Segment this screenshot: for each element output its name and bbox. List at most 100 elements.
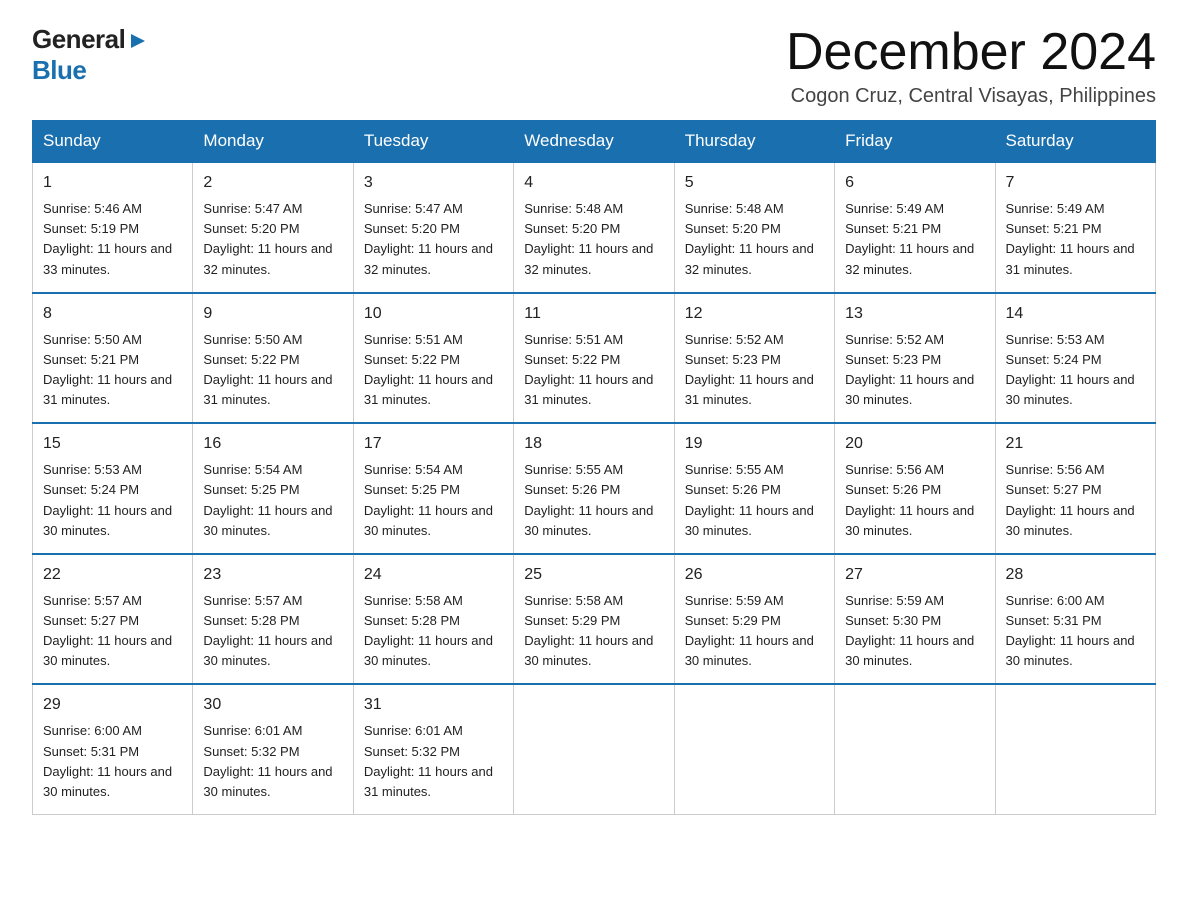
day-number: 25	[524, 563, 663, 587]
day-info: Sunrise: 5:54 AMSunset: 5:25 PMDaylight:…	[364, 460, 503, 541]
day-number: 6	[845, 171, 984, 195]
day-number: 11	[524, 302, 663, 326]
calendar-week-row: 29 Sunrise: 6:00 AMSunset: 5:31 PMDayligh…	[33, 684, 1156, 814]
calendar-week-row: 15 Sunrise: 5:53 AMSunset: 5:24 PMDayligh…	[33, 423, 1156, 554]
day-info: Sunrise: 5:59 AMSunset: 5:30 PMDaylight:…	[845, 591, 984, 672]
day-number: 20	[845, 432, 984, 456]
calendar-day-cell: 30Sunrise: 6:01 AMSunset: 5:32 PMDayligh…	[193, 684, 353, 814]
calendar-day-cell: 5Sunrise: 5:48 AMSunset: 5:20 PMDaylight…	[674, 162, 834, 293]
logo-arrow-icon	[127, 30, 149, 52]
day-info: Sunrise: 5:58 AMSunset: 5:28 PMDaylight:…	[364, 591, 503, 672]
day-number: 16	[203, 432, 342, 456]
calendar-day-cell: 21 Sunrise: 5:56 AMSunset: 5:27 PMDayligh…	[995, 423, 1155, 554]
calendar-day-cell: 11 Sunrise: 5:51 AMSunset: 5:22 PMDayligh…	[514, 293, 674, 424]
calendar-header-row: SundayMondayTuesdayWednesdayThursdayFrid…	[33, 121, 1156, 163]
day-number: 19	[685, 432, 824, 456]
day-number: 5	[685, 171, 824, 195]
day-info: Sunrise: 5:58 AMSunset: 5:29 PMDaylight:…	[524, 591, 663, 672]
day-info: Sunrise: 5:46 AMSunset: 5:19 PMDaylight:…	[43, 199, 182, 280]
calendar-header-sunday: Sunday	[33, 121, 193, 163]
calendar-day-cell: 8Sunrise: 5:50 AMSunset: 5:21 PMDaylight…	[33, 293, 193, 424]
calendar-header-wednesday: Wednesday	[514, 121, 674, 163]
day-info: Sunrise: 5:55 AMSunset: 5:26 PMDaylight:…	[685, 460, 824, 541]
calendar-day-cell: 19 Sunrise: 5:55 AMSunset: 5:26 PMDayligh…	[674, 423, 834, 554]
day-info: Sunrise: 5:57 AMSunset: 5:27 PMDaylight:…	[43, 591, 182, 672]
day-number: 13	[845, 302, 984, 326]
calendar-day-cell: 29 Sunrise: 6:00 AMSunset: 5:31 PMDayligh…	[33, 684, 193, 814]
day-info: Sunrise: 6:01 AMSunset: 5:32 PMDaylight:…	[364, 721, 503, 802]
calendar-week-row: 8Sunrise: 5:50 AMSunset: 5:21 PMDaylight…	[33, 293, 1156, 424]
calendar-day-cell: 23Sunrise: 5:57 AMSunset: 5:28 PMDayligh…	[193, 554, 353, 685]
title-block: December 2024 Cogon Cruz, Central Visaya…	[786, 24, 1156, 108]
calendar-day-cell	[995, 684, 1155, 814]
calendar-day-cell: 6Sunrise: 5:49 AMSunset: 5:21 PMDaylight…	[835, 162, 995, 293]
day-number: 23	[203, 563, 342, 587]
calendar-day-cell	[514, 684, 674, 814]
day-number: 30	[203, 693, 342, 717]
day-number: 8	[43, 302, 182, 326]
calendar-day-cell: 16 Sunrise: 5:54 AMSunset: 5:25 PMDayligh…	[193, 423, 353, 554]
day-number: 18	[524, 432, 663, 456]
day-info: Sunrise: 5:48 AMSunset: 5:20 PMDaylight:…	[524, 199, 663, 280]
logo: General Blue	[32, 24, 149, 86]
day-info: Sunrise: 5:50 AMSunset: 5:22 PMDaylight:…	[203, 330, 342, 411]
day-info: Sunrise: 5:52 AMSunset: 5:23 PMDaylight:…	[685, 330, 824, 411]
calendar-day-cell: 15 Sunrise: 5:53 AMSunset: 5:24 PMDayligh…	[33, 423, 193, 554]
calendar-day-cell: 27Sunrise: 5:59 AMSunset: 5:30 PMDayligh…	[835, 554, 995, 685]
calendar-table: SundayMondayTuesdayWednesdayThursdayFrid…	[32, 120, 1156, 815]
day-number: 12	[685, 302, 824, 326]
day-number: 22	[43, 563, 182, 587]
day-info: Sunrise: 5:51 AMSunset: 5:22 PMDaylight:…	[364, 330, 503, 411]
day-number: 14	[1006, 302, 1145, 326]
calendar-day-cell: 20 Sunrise: 5:56 AMSunset: 5:26 PMDayligh…	[835, 423, 995, 554]
day-info: Sunrise: 5:56 AMSunset: 5:27 PMDaylight:…	[1006, 460, 1145, 541]
day-number: 7	[1006, 171, 1145, 195]
day-number: 2	[203, 171, 342, 195]
calendar-header-thursday: Thursday	[674, 121, 834, 163]
page-header: General Blue December 2024 Cogon Cruz, C…	[32, 24, 1156, 108]
calendar-header-monday: Monday	[193, 121, 353, 163]
calendar-day-cell: 7 Sunrise: 5:49 AMSunset: 5:21 PMDaylight…	[995, 162, 1155, 293]
day-info: Sunrise: 5:52 AMSunset: 5:23 PMDaylight:…	[845, 330, 984, 411]
day-number: 24	[364, 563, 503, 587]
calendar-day-cell: 9 Sunrise: 5:50 AMSunset: 5:22 PMDaylight…	[193, 293, 353, 424]
day-number: 17	[364, 432, 503, 456]
calendar-header-saturday: Saturday	[995, 121, 1155, 163]
calendar-day-cell: 26 Sunrise: 5:59 AMSunset: 5:29 PMDayligh…	[674, 554, 834, 685]
day-info: Sunrise: 5:54 AMSunset: 5:25 PMDaylight:…	[203, 460, 342, 541]
day-number: 29	[43, 693, 182, 717]
day-number: 31	[364, 693, 503, 717]
day-info: Sunrise: 5:53 AMSunset: 5:24 PMDaylight:…	[1006, 330, 1145, 411]
calendar-week-row: 1Sunrise: 5:46 AMSunset: 5:19 PMDaylight…	[33, 162, 1156, 293]
location-subtitle: Cogon Cruz, Central Visayas, Philippines	[786, 85, 1156, 108]
calendar-day-cell: 12 Sunrise: 5:52 AMSunset: 5:23 PMDayligh…	[674, 293, 834, 424]
calendar-day-cell: 4Sunrise: 5:48 AMSunset: 5:20 PMDaylight…	[514, 162, 674, 293]
day-info: Sunrise: 5:47 AMSunset: 5:20 PMDaylight:…	[364, 199, 503, 280]
day-info: Sunrise: 5:49 AMSunset: 5:21 PMDaylight:…	[1006, 199, 1145, 280]
calendar-week-row: 22 Sunrise: 5:57 AMSunset: 5:27 PMDayligh…	[33, 554, 1156, 685]
day-number: 3	[364, 171, 503, 195]
day-info: Sunrise: 5:53 AMSunset: 5:24 PMDaylight:…	[43, 460, 182, 541]
day-info: Sunrise: 5:56 AMSunset: 5:26 PMDaylight:…	[845, 460, 984, 541]
day-info: Sunrise: 5:59 AMSunset: 5:29 PMDaylight:…	[685, 591, 824, 672]
calendar-day-cell: 2Sunrise: 5:47 AMSunset: 5:20 PMDaylight…	[193, 162, 353, 293]
day-number: 15	[43, 432, 182, 456]
calendar-header-friday: Friday	[835, 121, 995, 163]
day-info: Sunrise: 6:00 AMSunset: 5:31 PMDaylight:…	[43, 721, 182, 802]
logo-blue: Blue	[32, 55, 86, 85]
day-info: Sunrise: 5:51 AMSunset: 5:22 PMDaylight:…	[524, 330, 663, 411]
day-number: 9	[203, 302, 342, 326]
calendar-day-cell: 31 Sunrise: 6:01 AMSunset: 5:32 PMDayligh…	[353, 684, 513, 814]
day-info: Sunrise: 6:00 AMSunset: 5:31 PMDaylight:…	[1006, 591, 1145, 672]
calendar-header-tuesday: Tuesday	[353, 121, 513, 163]
calendar-day-cell: 22 Sunrise: 5:57 AMSunset: 5:27 PMDayligh…	[33, 554, 193, 685]
calendar-day-cell: 24 Sunrise: 5:58 AMSunset: 5:28 PMDayligh…	[353, 554, 513, 685]
calendar-day-cell: 3 Sunrise: 5:47 AMSunset: 5:20 PMDaylight…	[353, 162, 513, 293]
calendar-day-cell: 1Sunrise: 5:46 AMSunset: 5:19 PMDaylight…	[33, 162, 193, 293]
calendar-day-cell: 14 Sunrise: 5:53 AMSunset: 5:24 PMDayligh…	[995, 293, 1155, 424]
logo-general: General	[32, 24, 125, 55]
calendar-day-cell: 13 Sunrise: 5:52 AMSunset: 5:23 PMDayligh…	[835, 293, 995, 424]
calendar-day-cell: 18Sunrise: 5:55 AMSunset: 5:26 PMDayligh…	[514, 423, 674, 554]
day-number: 21	[1006, 432, 1145, 456]
day-number: 26	[685, 563, 824, 587]
